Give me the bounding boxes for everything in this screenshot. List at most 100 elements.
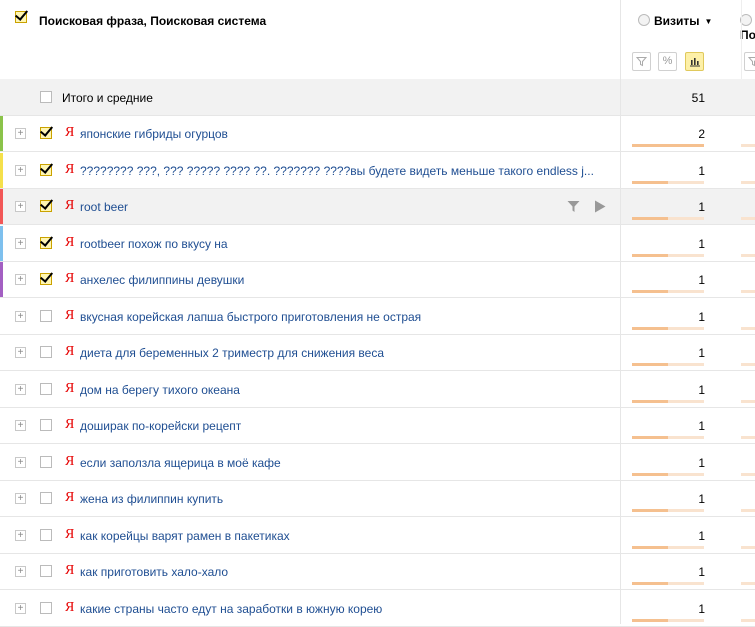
- row-checkbox[interactable]: [40, 236, 52, 249]
- row-checkbox[interactable]: [40, 455, 52, 468]
- search-phrase-link[interactable]: ???????? ???, ??? ????? ???? ??. ???????…: [80, 164, 594, 178]
- visits-bar: [632, 253, 704, 257]
- row-checkbox[interactable]: [40, 309, 52, 322]
- expand-plus-icon[interactable]: +: [15, 237, 26, 249]
- visits-value: 1: [698, 601, 705, 616]
- table-row[interactable]: + Яroot beer 1: [0, 189, 755, 225]
- search-phrase-link[interactable]: если заползла ящерица в моё кафе: [80, 456, 281, 470]
- row-checkbox[interactable]: [40, 346, 52, 358]
- metric-visits-header[interactable]: Визиты ▼: [638, 14, 712, 28]
- expand-plus-icon[interactable]: +: [15, 201, 26, 212]
- row-checkbox[interactable]: [40, 565, 52, 577]
- search-phrase-link[interactable]: вкусная корейская лапша быстрого пригото…: [80, 310, 421, 324]
- table-row[interactable]: + Ядом на берегу тихого океана 1: [0, 371, 755, 408]
- table-row[interactable]: + Яанхелес филиппины девушки 1: [0, 262, 755, 298]
- visits-bar-fill: [632, 290, 668, 293]
- search-phrase-link[interactable]: анхелес филиппины девушки: [80, 273, 244, 287]
- expand-plus-icon[interactable]: +: [15, 529, 26, 541]
- search-phrase-link[interactable]: как приготовить хало-хало: [80, 565, 228, 579]
- checkbox-unchecked[interactable]: [40, 346, 52, 358]
- row-checkbox[interactable]: [40, 273, 52, 285]
- visits-bar-fill: [632, 436, 668, 439]
- checkbox-checked[interactable]: [15, 11, 27, 23]
- table-row[interactable]: + Якак приготовить хало-хало 1: [0, 554, 755, 590]
- row-checkbox[interactable]: [40, 528, 52, 541]
- yandex-logo-icon: Я: [65, 526, 75, 542]
- table-row[interactable]: + Яяпонские гибриды огурцов 2: [0, 116, 755, 152]
- search-phrase-link[interactable]: как корейцы варят рамен в пакетиках: [80, 529, 290, 543]
- funnel-icon[interactable]: [567, 200, 580, 213]
- expand-plus-icon[interactable]: +: [15, 602, 26, 614]
- expand-plus-icon[interactable]: +: [15, 347, 26, 358]
- second-metric-bar: [741, 363, 755, 366]
- expand-plus-icon[interactable]: +: [15, 493, 26, 504]
- expand-plus-icon[interactable]: +: [15, 456, 26, 468]
- totals-checkbox[interactable]: [40, 91, 52, 103]
- visits-bar: [632, 180, 704, 184]
- play-icon[interactable]: [594, 200, 606, 213]
- percent-button[interactable]: %: [658, 52, 677, 71]
- expand-plus-icon[interactable]: +: [15, 128, 26, 139]
- checkbox-unchecked[interactable]: [40, 601, 52, 614]
- checkbox-checked[interactable]: [40, 200, 52, 212]
- checkbox-checked[interactable]: [40, 273, 52, 285]
- funnel-icon: [636, 57, 647, 67]
- row-checkbox[interactable]: [40, 163, 52, 176]
- table-row[interactable]: + Явкусная корейская лапша быстрого приго…: [0, 298, 755, 335]
- expand-plus-icon[interactable]: +: [15, 274, 26, 285]
- table-row[interactable]: + Якак корейцы варят рамен в пакетиках 1: [0, 517, 755, 554]
- checkbox-checked[interactable]: [40, 127, 52, 139]
- metric-second-label[interactable]: По: [740, 28, 755, 42]
- search-phrase-link[interactable]: жена из филиппин купить: [80, 492, 223, 506]
- checkbox-unchecked[interactable]: [40, 419, 52, 431]
- expand-plus-icon[interactable]: +: [15, 383, 26, 395]
- checkbox-unchecked[interactable]: [40, 91, 52, 103]
- checkbox-unchecked[interactable]: [40, 565, 52, 577]
- sort-desc-icon[interactable]: ▼: [705, 17, 713, 26]
- expand-plus-icon[interactable]: +: [15, 164, 26, 176]
- table-row[interactable]: + Яжена из филиппин купить 1: [0, 481, 755, 517]
- row-checkbox[interactable]: [40, 419, 52, 431]
- checkbox-unchecked[interactable]: [40, 455, 52, 468]
- row-checkbox[interactable]: [40, 601, 52, 614]
- checkbox-checked[interactable]: [40, 236, 52, 249]
- search-phrase-link[interactable]: диета для беременных 2 триместр для сниж…: [80, 346, 384, 360]
- visits-bar-fill: [632, 326, 668, 330]
- filter-button-2[interactable]: [744, 52, 755, 71]
- metric-visits-label[interactable]: Визиты: [654, 14, 700, 28]
- second-metric-bar: [741, 180, 755, 184]
- search-phrase-link[interactable]: какие страны часто едут на заработки в ю…: [80, 602, 382, 616]
- yandex-logo-icon: Я: [65, 490, 75, 505]
- checkbox-checked[interactable]: [40, 163, 52, 176]
- checkbox-unchecked[interactable]: [40, 528, 52, 541]
- search-phrase-link[interactable]: rootbeer похож по вкусу на: [80, 237, 228, 251]
- row-checkbox[interactable]: [40, 382, 52, 395]
- search-phrase-link[interactable]: японские гибриды огурцов: [80, 127, 228, 141]
- checkbox-unchecked[interactable]: [40, 492, 52, 504]
- row-checkbox[interactable]: [40, 127, 52, 139]
- table-row[interactable]: + Яrootbeer похож по вкусу на 1: [0, 225, 755, 262]
- metric-second-header[interactable]: По: [740, 14, 755, 42]
- info-icon[interactable]: [638, 14, 650, 26]
- dimension-title[interactable]: Поисковая фраза, Поисковая система: [39, 14, 266, 28]
- bar-view-button[interactable]: [685, 52, 704, 71]
- table-row[interactable]: + Яесли заползла ящерица в моё кафе 1: [0, 444, 755, 481]
- visits-value: 1: [698, 419, 705, 433]
- expand-plus-icon[interactable]: +: [15, 420, 26, 431]
- table-row[interactable]: + Ядоширак по-корейски рецепт 1: [0, 408, 755, 444]
- table-row[interactable]: + Ядиета для беременных 2 триместр для сн…: [0, 335, 755, 371]
- row-checkbox[interactable]: [40, 492, 52, 504]
- search-phrase-link[interactable]: доширак по-корейски рецепт: [80, 419, 241, 433]
- filter-button[interactable]: [632, 52, 651, 71]
- checkbox-unchecked[interactable]: [40, 382, 52, 395]
- search-phrase-link[interactable]: root beer: [80, 200, 128, 214]
- checkbox-unchecked[interactable]: [40, 309, 52, 322]
- second-metric-bar: [741, 326, 755, 330]
- expand-plus-icon[interactable]: +: [15, 310, 26, 322]
- dimension-checkbox[interactable]: [15, 11, 27, 23]
- row-checkbox[interactable]: [40, 200, 52, 212]
- expand-plus-icon[interactable]: +: [15, 566, 26, 577]
- search-phrase-link[interactable]: дом на берегу тихого океана: [80, 383, 240, 397]
- table-row[interactable]: + Якакие страны часто едут на заработки в…: [0, 590, 755, 627]
- table-row[interactable]: + Я ???????? ???, ??? ????? ???? ??. ?????…: [0, 152, 755, 189]
